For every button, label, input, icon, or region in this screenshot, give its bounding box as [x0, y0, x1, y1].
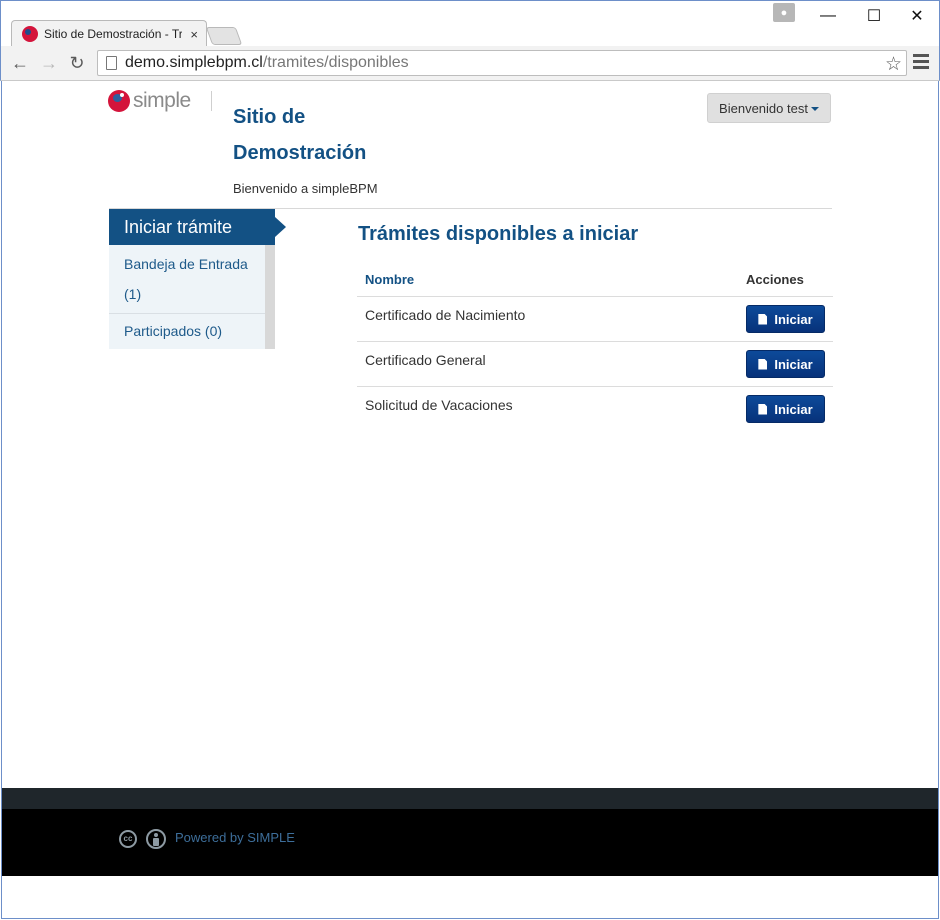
favicon-icon	[22, 26, 38, 42]
minimize-button[interactable]: —	[805, 1, 851, 31]
table-row: Certificado General Iniciar	[357, 342, 833, 387]
caret-down-icon	[810, 106, 819, 111]
document-icon	[758, 403, 768, 415]
iniciar-label: Iniciar	[774, 311, 813, 327]
reload-icon[interactable]: ↻	[66, 52, 88, 74]
simple-logo[interactable]: simple	[108, 89, 191, 113]
user-profile-icon[interactable]: ●	[773, 3, 795, 22]
powered-by-link[interactable]: Powered by SIMPLE	[175, 830, 295, 845]
iniciar-label: Iniciar	[774, 401, 813, 417]
tramite-name: Solicitud de Vacaciones	[365, 397, 513, 413]
tab-title: Sitio de Demostración - Trámites	[44, 27, 182, 41]
attribution-icon[interactable]	[146, 829, 166, 849]
user-menu-label: Bienvenido test	[719, 100, 808, 116]
sidebar-item-iniciar-tramite[interactable]: Iniciar trámite	[109, 209, 275, 245]
column-header-acciones: Acciones	[746, 272, 804, 287]
back-arrow-icon[interactable]: ←	[9, 52, 31, 74]
browser-titlebar: Sitio de Demostración - Trámites × ● — ☐…	[0, 0, 940, 47]
table-header: Nombre Acciones	[357, 261, 833, 297]
iniciar-button[interactable]: Iniciar	[746, 350, 825, 378]
new-tab-button[interactable]	[205, 27, 243, 45]
browser-tab[interactable]: Sitio de Demostración - Trámites ×	[11, 20, 207, 47]
address-bar[interactable]: demo.simplebpm.cl/tramites/disponibles ☆	[97, 50, 907, 76]
footer-band	[2, 788, 938, 809]
page-title: Trámites disponibles a iniciar	[358, 223, 639, 245]
footer: cc Powered by SIMPLE	[2, 809, 938, 876]
logo-text: simple	[133, 89, 191, 112]
browser-toolbar: ← → ↻ demo.simplebpm.cl/tramites/disponi…	[0, 46, 940, 81]
site-title: Sitio de Demostración	[233, 106, 367, 164]
page-icon	[106, 56, 117, 70]
sidebar: Iniciar trámite Bandeja de Entrada (1) P…	[109, 209, 286, 349]
active-arrow-icon	[275, 217, 286, 237]
sidebar-list: Bandeja de Entrada (1) Participados (0)	[109, 245, 275, 349]
simple-logo-icon	[108, 90, 130, 112]
user-menu-button[interactable]: Bienvenido test	[707, 93, 831, 123]
bookmark-star-icon[interactable]: ☆	[885, 53, 902, 76]
tab-close-icon[interactable]: ×	[190, 27, 198, 42]
tramites-table: Nombre Acciones Certificado de Nacimient…	[357, 261, 833, 432]
logo-divider	[211, 91, 212, 111]
table-row: Certificado de Nacimiento Iniciar	[357, 297, 833, 342]
close-window-button[interactable]: ✕	[894, 1, 940, 31]
document-icon	[758, 313, 768, 325]
table-row: Solicitud de Vacaciones Iniciar	[357, 387, 833, 432]
iniciar-button[interactable]: Iniciar	[746, 305, 825, 333]
tramite-name: Certificado de Nacimiento	[365, 307, 526, 323]
page-viewport: simple Sitio de Demostración Bienvenido …	[1, 81, 939, 919]
creative-commons-icon[interactable]: cc	[119, 830, 137, 848]
iniciar-label: Iniciar	[774, 356, 813, 372]
url-path: /tramites/disponibles	[262, 54, 409, 71]
iniciar-button[interactable]: Iniciar	[746, 395, 825, 423]
column-header-nombre[interactable]: Nombre	[365, 272, 414, 287]
tramite-name: Certificado General	[365, 352, 486, 368]
sidebar-divider	[109, 313, 265, 314]
document-icon	[758, 358, 768, 370]
welcome-subtitle: Bienvenido a simpleBPM	[233, 181, 378, 196]
maximize-button[interactable]: ☐	[851, 1, 897, 31]
url-host: demo.simplebpm.cl	[125, 54, 263, 71]
sidebar-item-bandeja[interactable]: Bandeja de Entrada (1)	[124, 249, 259, 309]
browser-menu-icon[interactable]	[913, 54, 929, 72]
forward-arrow-icon[interactable]: →	[38, 52, 60, 74]
sidebar-item-participados[interactable]: Participados (0)	[124, 316, 222, 346]
